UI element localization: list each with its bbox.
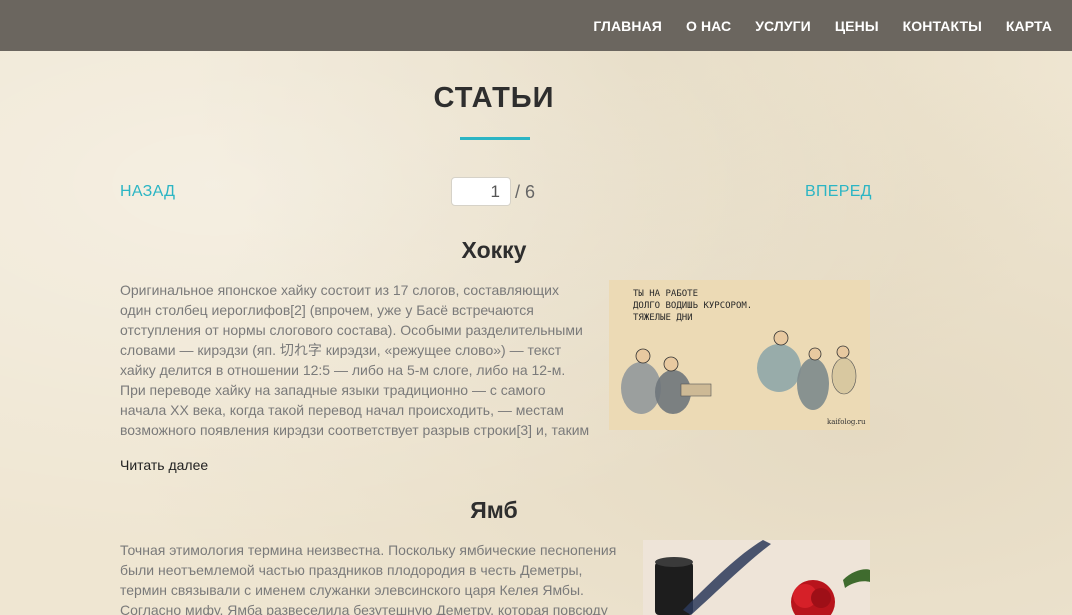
read-more-link[interactable]: Читать далее: [120, 457, 208, 473]
article-title[interactable]: Ямб: [0, 497, 988, 524]
article-title[interactable]: Хокку: [0, 237, 988, 264]
article-excerpt: Оригинальное японское хайку состоит из 1…: [120, 282, 590, 438]
article-excerpt: Точная этимология термина неизвестна. По…: [120, 542, 617, 615]
page-number-input[interactable]: [451, 177, 511, 206]
pager-prev-link[interactable]: НАЗАД: [120, 183, 175, 201]
ink-and-rose-illustration: [643, 540, 870, 615]
top-navbar: ГЛАВНАЯ О НАС УСЛУГИ ЦЕНЫ КОНТАКТЫ КАРТА: [0, 0, 1072, 51]
nav-link-services[interactable]: УСЛУГИ: [755, 18, 811, 34]
nav-link-prices[interactable]: ЦЕНЫ: [835, 18, 879, 34]
nav-link-home[interactable]: ГЛАВНАЯ: [593, 18, 662, 34]
title-underline: [460, 137, 530, 140]
haiku-illustration: ТЫ НА РАБОТЕ ДОЛГО ВОДИШЬ КУРСОРОМ. ТЯЖЕ…: [609, 280, 870, 430]
image-caption-line: ТЯЖЕЛЫЕ ДНИ: [633, 313, 693, 323]
image-watermark: kaifolog.ru: [827, 418, 866, 426]
page-title: СТАТЬИ: [433, 82, 555, 114]
article-image[interactable]: [643, 540, 870, 615]
nav-link-about[interactable]: О НАС: [686, 18, 731, 34]
image-caption-line: ТЫ НА РАБОТЕ: [633, 289, 698, 299]
pager-next-link[interactable]: ВПЕРЕД: [805, 183, 872, 201]
nav-link-map[interactable]: КАРТА: [1006, 18, 1052, 34]
page-total: / 6: [515, 182, 536, 202]
article-image[interactable]: ТЫ НА РАБОТЕ ДОЛГО ВОДИШЬ КУРСОРОМ. ТЯЖЕ…: [609, 280, 870, 430]
main-nav: ГЛАВНАЯ О НАС УСЛУГИ ЦЕНЫ КОНТАКТЫ КАРТА: [569, 0, 1052, 51]
image-caption-line: ДОЛГО ВОДИШЬ КУРСОРОМ.: [633, 301, 752, 311]
nav-link-contacts[interactable]: КОНТАКТЫ: [903, 18, 982, 34]
